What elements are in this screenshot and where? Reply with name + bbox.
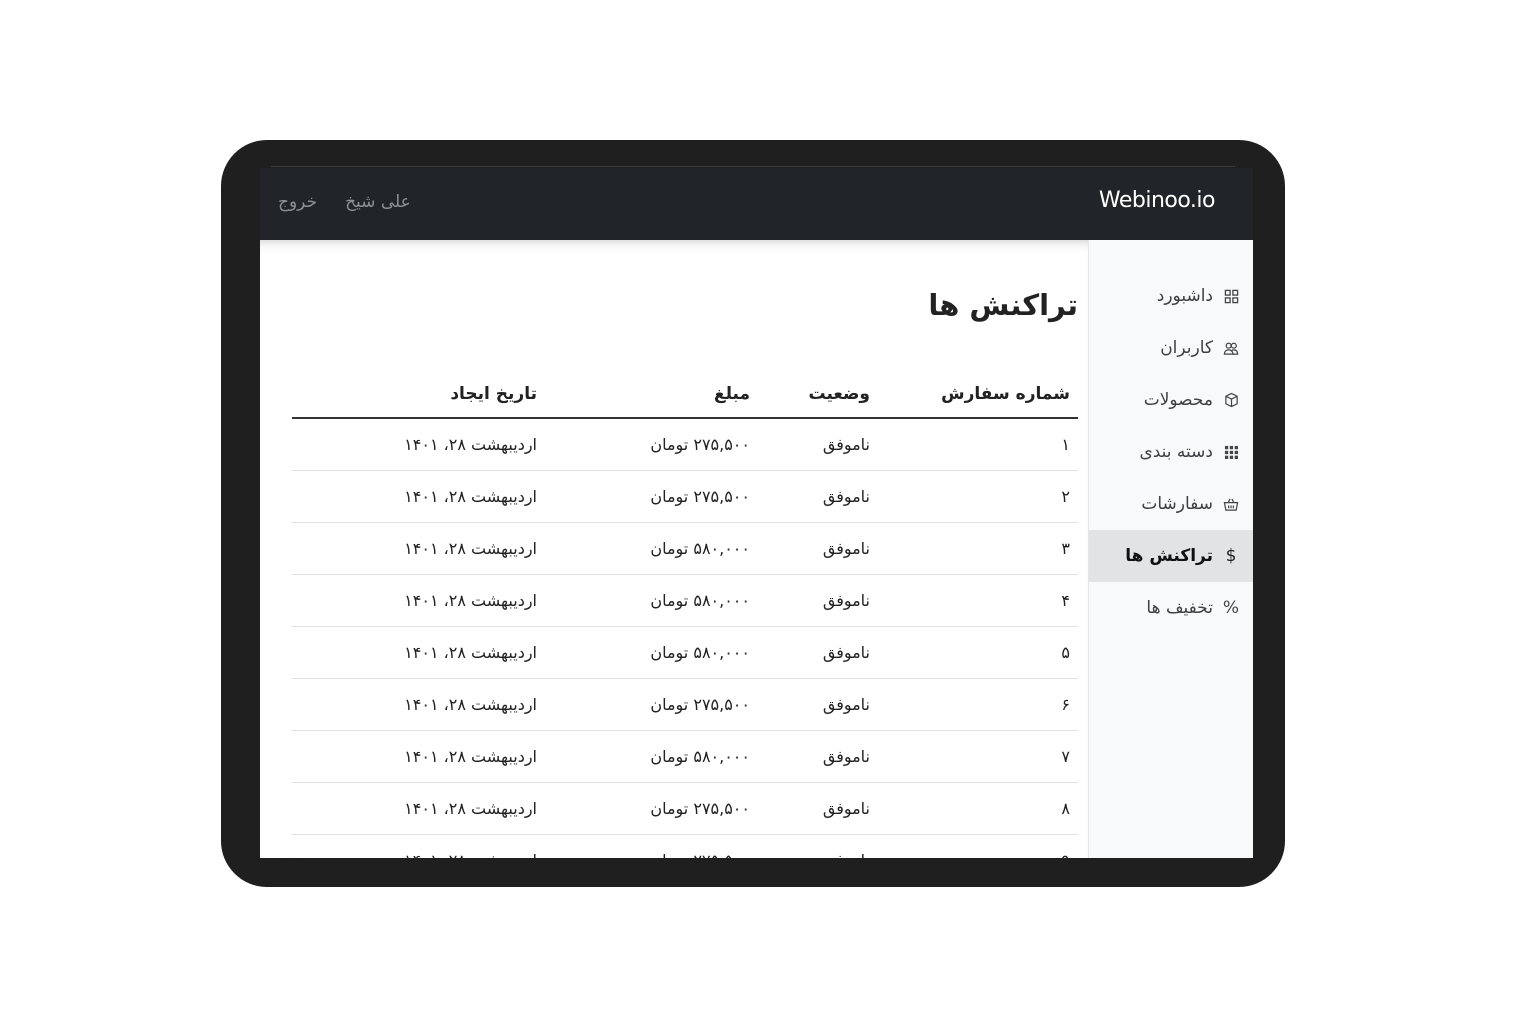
sidebar-item-label: تراکنش ها bbox=[1125, 546, 1213, 566]
sidebar-item-2[interactable]: محصولات bbox=[1089, 374, 1253, 426]
table-row: ۸ ناموفق ۲۷۵,۵۰۰ تومان اردیبهشت ۲۸، ۱۴۰۱ bbox=[292, 782, 1078, 835]
sidebar-item-label: سفارشات bbox=[1141, 494, 1213, 514]
tablet-frame: Webinoo.io علی شیخ خروج داشبورد کاربران مح… bbox=[221, 140, 1285, 887]
header-amount: مبلغ bbox=[545, 370, 758, 419]
sidebar-item-label: محصولات bbox=[1143, 390, 1213, 410]
cell-created-date: اردیبهشت ۲۸، ۱۴۰۱ bbox=[292, 470, 545, 523]
table-row: ۴ ناموفق ۵۸۰,۰۰۰ تومان اردیبهشت ۲۸، ۱۴۰۱ bbox=[292, 574, 1078, 627]
sidebar-menu: داشبورد کاربران محصولات دسته بندی سفارشات $ تر… bbox=[1089, 240, 1253, 634]
table-row: ۵ ناموفق ۵۸۰,۰۰۰ تومان اردیبهشت ۲۸، ۱۴۰۱ bbox=[292, 626, 1078, 679]
cell-order-number: ۵ bbox=[878, 626, 1078, 679]
sidebar-item-label: داشبورد bbox=[1156, 286, 1213, 306]
table-row: ۳ ناموفق ۵۸۰,۰۰۰ تومان اردیبهشت ۲۸، ۱۴۰۱ bbox=[292, 522, 1078, 575]
cell-status: ناموفق bbox=[758, 678, 878, 731]
header-status: وضعیت bbox=[758, 370, 878, 419]
cell-amount: ۵۸۰,۰۰۰ تومان bbox=[545, 626, 758, 679]
sidebar-item-1[interactable]: کاربران bbox=[1089, 322, 1253, 374]
device-bezel-line bbox=[271, 166, 1235, 167]
cell-amount: ۲۷۵,۵۰۰ تومان bbox=[545, 418, 758, 471]
cell-order-number: ۹ bbox=[878, 834, 1078, 858]
apps-icon bbox=[1223, 444, 1239, 460]
cell-created-date: اردیبهشت ۲۸، ۱۴۰۱ bbox=[292, 678, 545, 731]
cell-amount: ۲۷۵,۵۰۰ تومان bbox=[545, 782, 758, 835]
table-row: ۱ ناموفق ۲۷۵,۵۰۰ تومان اردیبهشت ۲۸، ۱۴۰۱ bbox=[292, 418, 1078, 471]
cell-order-number: ۲ bbox=[878, 470, 1078, 523]
sidebar-item-label: دسته بندی bbox=[1139, 442, 1213, 462]
percent-icon: % bbox=[1222, 598, 1240, 618]
brand-logo[interactable]: Webinoo.io bbox=[1099, 188, 1216, 213]
table-row: ۷ ناموفق ۵۸۰,۰۰۰ تومان اردیبهشت ۲۸، ۱۴۰۱ bbox=[292, 730, 1078, 783]
sidebar-item-3[interactable]: دسته بندی bbox=[1089, 426, 1253, 478]
table-row: ۲ ناموفق ۲۷۵,۵۰۰ تومان اردیبهشت ۲۸، ۱۴۰۱ bbox=[292, 470, 1078, 523]
cell-status: ناموفق bbox=[758, 730, 878, 783]
sidebar: داشبورد کاربران محصولات دسته بندی سفارشات $ تر… bbox=[1088, 240, 1253, 858]
cell-status: ناموفق bbox=[758, 522, 878, 575]
table-row: ۹ناموفق۲۷۵,۵۰۰ توماناردیبهشت ۲۸، ۱۴۰۱ bbox=[292, 834, 1078, 858]
nav-links: علی شیخ خروج bbox=[278, 192, 411, 212]
cell-amount: ۵۸۰,۰۰۰ تومان bbox=[545, 574, 758, 627]
cell-amount: ۲۷۵,۵۰۰ تومان bbox=[545, 678, 758, 731]
cell-created-date: اردیبهشت ۲۸، ۱۴۰۱ bbox=[292, 626, 545, 679]
sidebar-item-6[interactable]: % تخفیف ها bbox=[1089, 582, 1253, 634]
cell-created-date: اردیبهشت ۲۸، ۱۴۰۱ bbox=[292, 730, 545, 783]
top-navbar: Webinoo.io علی شیخ خروج bbox=[260, 168, 1253, 240]
sidebar-item-4[interactable]: سفارشات bbox=[1089, 478, 1253, 530]
sidebar-item-5[interactable]: $ تراکنش ها bbox=[1089, 530, 1253, 582]
cell-amount: ۲۷۵,۵۰۰ تومان bbox=[545, 470, 758, 523]
cell-order-number: ۶ bbox=[878, 678, 1078, 731]
sidebar-item-label: کاربران bbox=[1160, 338, 1213, 358]
cell-status: ناموفق bbox=[758, 470, 878, 523]
sidebar-item-label: تخفیف ها bbox=[1146, 598, 1213, 618]
logout-link[interactable]: خروج bbox=[278, 192, 317, 212]
table-header-row: شماره سفارش وضعیت مبلغ تاریخ ایجاد bbox=[292, 370, 1078, 419]
box-icon bbox=[1223, 392, 1239, 408]
grid-icon bbox=[1223, 288, 1239, 304]
basket-icon bbox=[1223, 496, 1239, 512]
table-row: ۶ ناموفق ۲۷۵,۵۰۰ تومان اردیبهشت ۲۸، ۱۴۰۱ bbox=[292, 678, 1078, 731]
cell-amount: ۵۸۰,۰۰۰ تومان bbox=[545, 730, 758, 783]
cell-created-date: اردیبهشت ۲۸، ۱۴۰۱ bbox=[292, 782, 545, 835]
cell-status: ناموفق bbox=[758, 834, 878, 858]
cell-order-number: ۴ bbox=[878, 574, 1078, 627]
cell-created-date: اردیبهشت ۲۸، ۱۴۰۱ bbox=[292, 418, 545, 471]
cell-created-date: اردیبهشت ۲۸، ۱۴۰۱ bbox=[292, 574, 545, 627]
cell-order-number: ۱ bbox=[878, 418, 1078, 471]
table-body: ۱ ناموفق ۲۷۵,۵۰۰ تومان اردیبهشت ۲۸، ۱۴۰۱ ۲ نا… bbox=[292, 418, 1078, 858]
header-order-number: شماره سفارش bbox=[878, 370, 1078, 419]
cell-status: ناموفق bbox=[758, 782, 878, 835]
app-screen: Webinoo.io علی شیخ خروج داشبورد کاربران مح… bbox=[260, 168, 1253, 858]
user-name-link[interactable]: علی شیخ bbox=[345, 192, 411, 212]
cell-order-number: ۳ bbox=[878, 522, 1078, 575]
cell-order-number: ۸ bbox=[878, 782, 1078, 835]
cell-amount: ۲۷۵,۵۰۰ تومان bbox=[545, 834, 758, 858]
cell-status: ناموفق bbox=[758, 574, 878, 627]
cell-amount: ۵۸۰,۰۰۰ تومان bbox=[545, 522, 758, 575]
page-title: تراکنش ها bbox=[928, 288, 1078, 322]
users-icon bbox=[1223, 340, 1239, 356]
sidebar-item-0[interactable]: داشبورد bbox=[1089, 270, 1253, 322]
cell-order-number: ۷ bbox=[878, 730, 1078, 783]
main-content: تراکنش ها شماره سفارش وضعیت مبلغ تاریخ ا… bbox=[260, 240, 1088, 858]
header-created-date: تاریخ ایجاد bbox=[292, 370, 545, 419]
cell-status: ناموفق bbox=[758, 626, 878, 679]
cell-created-date: اردیبهشت ۲۸، ۱۴۰۱ bbox=[292, 834, 545, 858]
cell-status: ناموفق bbox=[758, 418, 878, 471]
cell-created-date: اردیبهشت ۲۸، ۱۴۰۱ bbox=[292, 522, 545, 575]
transactions-table: شماره سفارش وضعیت مبلغ تاریخ ایجاد ۱ نامو… bbox=[292, 370, 1078, 858]
dollar-icon: $ bbox=[1225, 546, 1237, 566]
